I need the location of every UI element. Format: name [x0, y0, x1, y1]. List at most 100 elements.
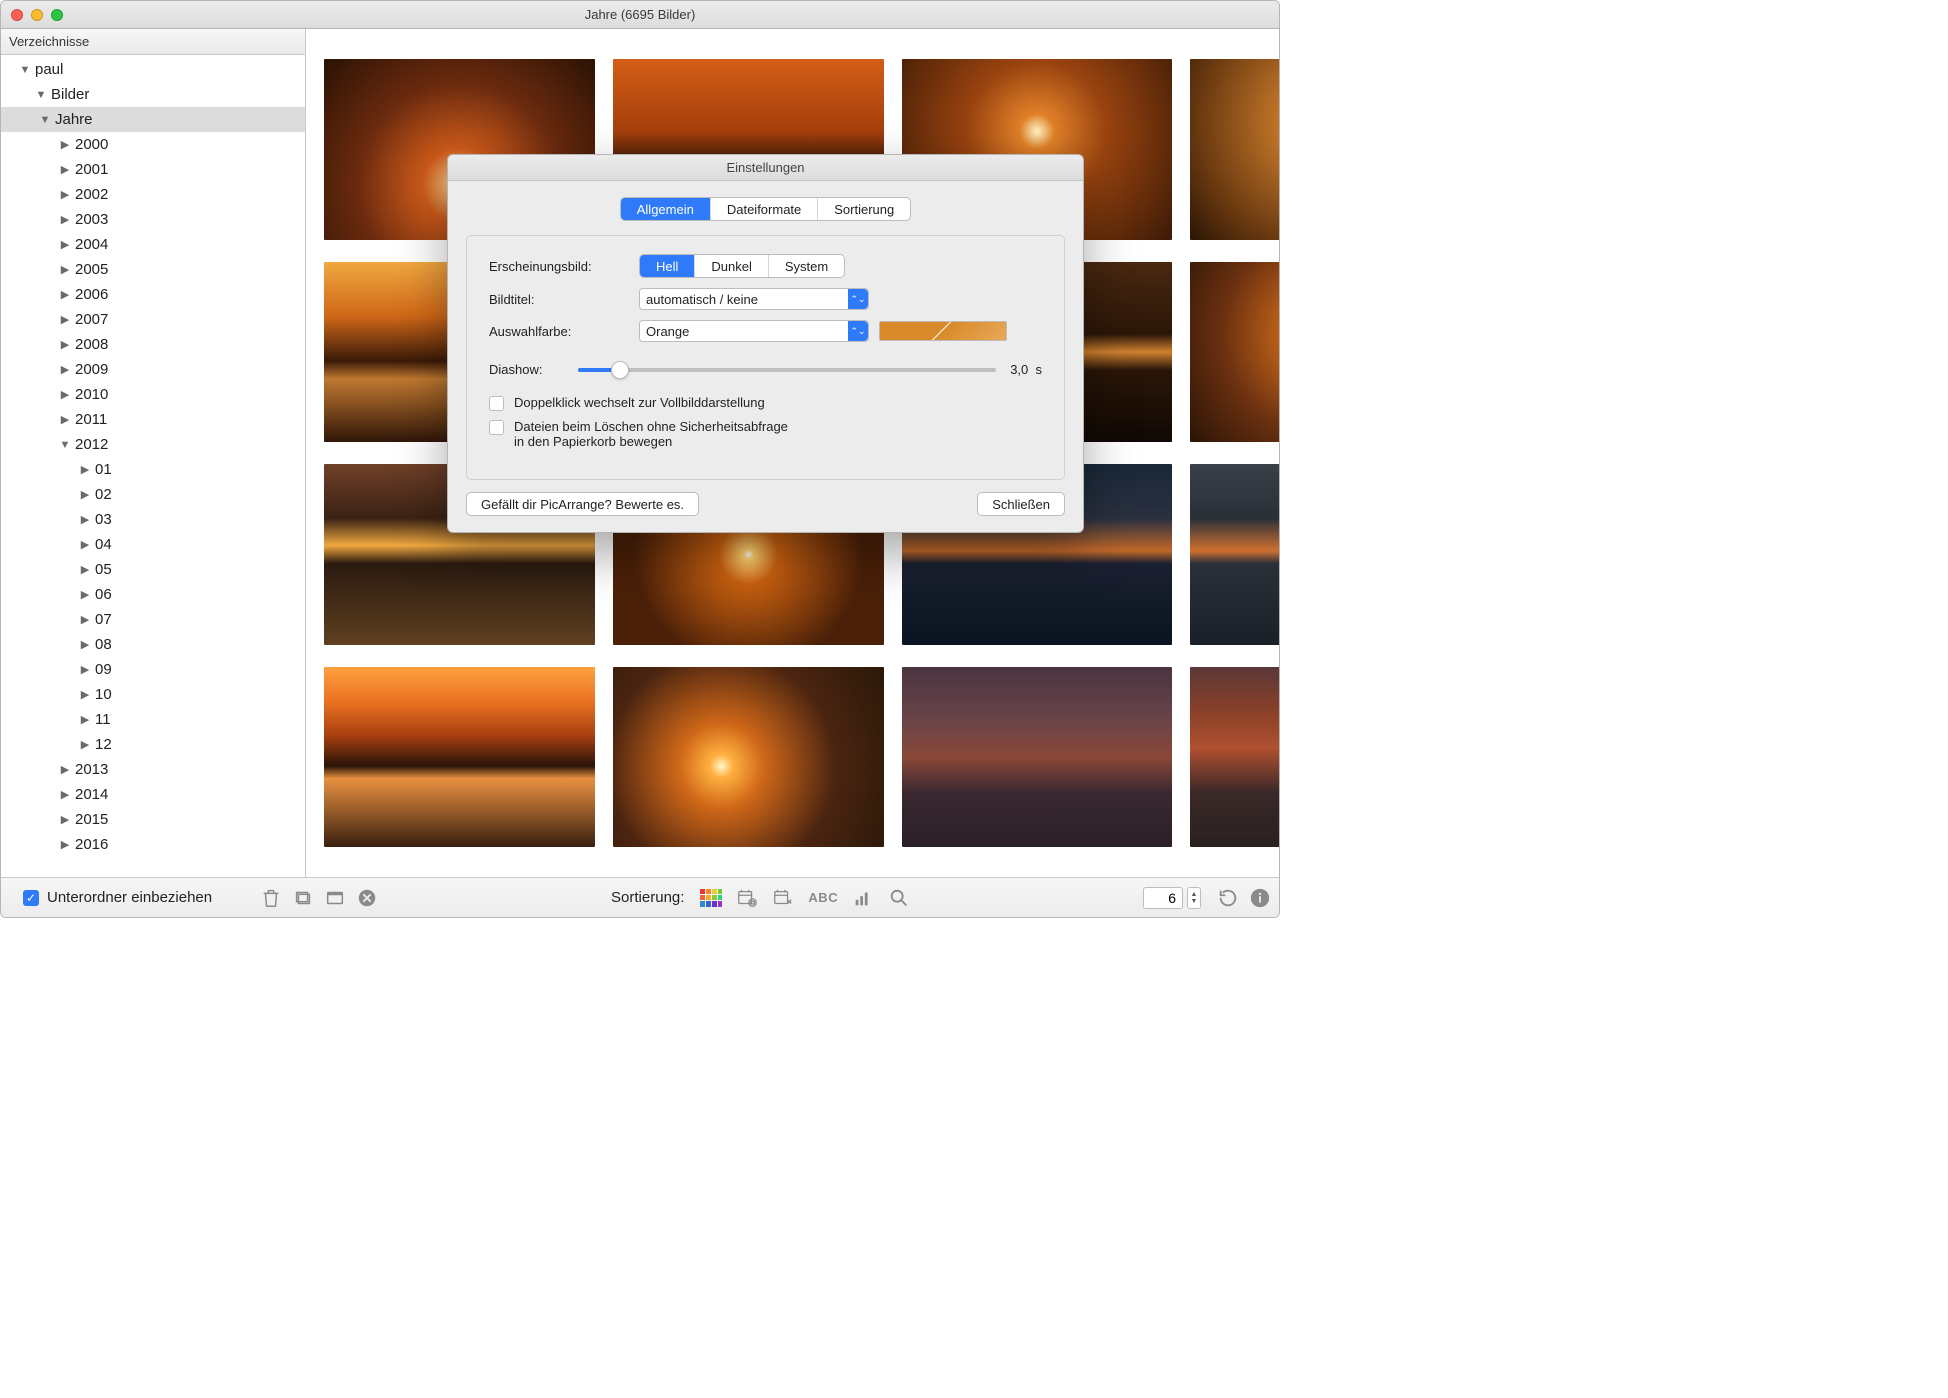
- include-subfolders-checkbox[interactable]: ✓ Unterordner einbeziehen: [9, 889, 212, 906]
- tree-label: 2011: [75, 411, 107, 428]
- tree-item-year[interactable]: ▼2012: [1, 432, 305, 457]
- chevron-right-icon: ▶: [59, 138, 71, 151]
- tree-label: 02: [95, 486, 112, 503]
- tree-item-month[interactable]: ▶08: [1, 632, 305, 657]
- chevron-right-icon: ▶: [59, 363, 71, 376]
- tree-item-year[interactable]: ▶2007: [1, 307, 305, 332]
- selcolor-label: Auswahlfarbe:: [489, 324, 629, 339]
- tree-label: 2007: [75, 311, 108, 328]
- thumbnail[interactable]: [324, 667, 595, 848]
- tree-item-year[interactable]: ▶2016: [1, 832, 305, 857]
- imagetitle-select[interactable]: automatisch / keine ⌃⌄: [639, 288, 869, 310]
- sort-name-icon[interactable]: ABC: [808, 887, 838, 909]
- tree-item-year[interactable]: ▶2013: [1, 757, 305, 782]
- thumbnail[interactable]: [902, 667, 1173, 848]
- zoom-input[interactable]: [1143, 887, 1183, 909]
- tree-item-month[interactable]: ▶06: [1, 582, 305, 607]
- tree-item-month[interactable]: ▶04: [1, 532, 305, 557]
- sort-date-modified-icon[interactable]: [772, 887, 794, 909]
- tree-item-month[interactable]: ▶01: [1, 457, 305, 482]
- search-icon[interactable]: [888, 887, 910, 909]
- tree-item-month[interactable]: ▶11: [1, 707, 305, 732]
- tree-item-year[interactable]: ▶2004: [1, 232, 305, 257]
- tree-item-month[interactable]: ▶03: [1, 507, 305, 532]
- tree-item-month[interactable]: ▶ 02: [1, 482, 305, 507]
- thumbnail[interactable]: [1190, 59, 1279, 240]
- tab-general[interactable]: Allgemein: [621, 198, 711, 220]
- rate-button[interactable]: Gefällt dir PicArrange? Bewerte es.: [466, 492, 699, 516]
- window-title: Jahre (6695 Bilder): [1, 7, 1279, 22]
- chevron-right-icon: ▶: [59, 288, 71, 301]
- checkbox-label: Unterordner einbeziehen: [47, 889, 212, 906]
- chevron-right-icon: ▶: [59, 838, 71, 851]
- folder-tree[interactable]: ▼paul ▼Bilder ▼Jahre ▶2000▶2001▶2002▶200…: [1, 55, 305, 877]
- chevron-right-icon: ▶: [59, 763, 71, 776]
- trash-icon[interactable]: [260, 887, 282, 909]
- tree-item-jahre[interactable]: ▼Jahre: [1, 107, 305, 132]
- checkbox-label: Dateien beim Löschen ohne Sicherheitsabf…: [514, 419, 788, 449]
- chevron-right-icon: ▶: [59, 788, 71, 801]
- thumbnail[interactable]: [613, 667, 884, 848]
- chevron-right-icon: ▶: [79, 638, 91, 651]
- tree-item-year[interactable]: ▶2003: [1, 207, 305, 232]
- delete-noconfirm-checkbox[interactable]: Dateien beim Löschen ohne Sicherheitsabf…: [489, 419, 1042, 449]
- tree-item-year[interactable]: ▶2001: [1, 157, 305, 182]
- refresh-icon[interactable]: [1217, 887, 1239, 909]
- slideshow-value: 3,0 s: [1010, 362, 1042, 377]
- tree-item-year[interactable]: ▶ 2014: [1, 782, 305, 807]
- stack-icon[interactable]: [292, 887, 314, 909]
- tree-item-year[interactable]: ▶ 2008: [1, 332, 305, 357]
- tree-label: 2006: [75, 286, 108, 303]
- thumbnail[interactable]: [1190, 464, 1279, 645]
- tree-item-month[interactable]: ▶10: [1, 682, 305, 707]
- info-icon[interactable]: [1249, 887, 1271, 909]
- bottom-toolbar: ✓ Unterordner einbeziehen Sortierung: AB…: [1, 877, 1279, 917]
- tree-label: 2002: [75, 186, 108, 203]
- zoom-stepper[interactable]: ▲▼: [1187, 887, 1201, 909]
- chevron-right-icon: ▶: [59, 238, 71, 251]
- tree-label: 2008: [75, 336, 108, 353]
- doubleclick-fullscreen-checkbox[interactable]: Doppelklick wechselt zur Vollbilddarstel…: [489, 395, 1042, 411]
- appearance-system[interactable]: System: [769, 255, 844, 277]
- chevron-right-icon: ▶: [59, 163, 71, 176]
- chevron-down-icon: ▼: [39, 114, 51, 126]
- sort-size-icon[interactable]: [852, 887, 874, 909]
- tree-item-month[interactable]: ▶09: [1, 657, 305, 682]
- tree-item-year[interactable]: ▶2005: [1, 257, 305, 282]
- chevron-updown-icon: ⌃⌄: [848, 289, 868, 309]
- sort-date-taken-icon[interactable]: [736, 887, 758, 909]
- thumbnail[interactable]: [1190, 262, 1279, 443]
- tree-item-paul[interactable]: ▼paul: [1, 57, 305, 82]
- tree-item-year[interactable]: ▶ 2009: [1, 357, 305, 382]
- selcolor-select[interactable]: Orange ⌃⌄: [639, 320, 869, 342]
- appearance-dark[interactable]: Dunkel: [695, 255, 768, 277]
- tree-item-year[interactable]: ▶2000: [1, 132, 305, 157]
- tree-label: 12: [95, 736, 112, 753]
- tree-item-bilder[interactable]: ▼Bilder: [1, 82, 305, 107]
- tree-label: 2014: [75, 786, 108, 803]
- tree-label: Bilder: [51, 86, 89, 103]
- selection-color-swatch[interactable]: [879, 321, 1007, 341]
- tree-item-month[interactable]: ▶07: [1, 607, 305, 632]
- window-icon[interactable]: [324, 887, 346, 909]
- tab-sorting[interactable]: Sortierung: [818, 198, 910, 220]
- appearance-light[interactable]: Hell: [640, 255, 695, 277]
- tab-formats[interactable]: Dateiformate: [711, 198, 818, 220]
- tree-item-year[interactable]: ▶2011: [1, 407, 305, 432]
- tree-item-year[interactable]: ▶ 2006: [1, 282, 305, 307]
- tree-item-year[interactable]: ▶2010: [1, 382, 305, 407]
- sort-color-icon[interactable]: [700, 887, 722, 909]
- chevron-right-icon: ▶: [79, 488, 91, 501]
- thumbnail[interactable]: [1190, 667, 1279, 848]
- tree-item-month[interactable]: ▶12: [1, 732, 305, 757]
- tree-item-month[interactable]: ▶05: [1, 557, 305, 582]
- tree-label: 2009: [75, 361, 108, 378]
- close-button[interactable]: Schließen: [977, 492, 1065, 516]
- slideshow-slider[interactable]: [578, 368, 996, 372]
- cancel-circle-icon[interactable]: [356, 887, 378, 909]
- tree-label: 06: [95, 586, 112, 603]
- chevron-right-icon: ▶: [59, 338, 71, 351]
- tree-item-year[interactable]: ▶2002: [1, 182, 305, 207]
- chevron-right-icon: ▶: [59, 213, 71, 226]
- tree-item-year[interactable]: ▶2015: [1, 807, 305, 832]
